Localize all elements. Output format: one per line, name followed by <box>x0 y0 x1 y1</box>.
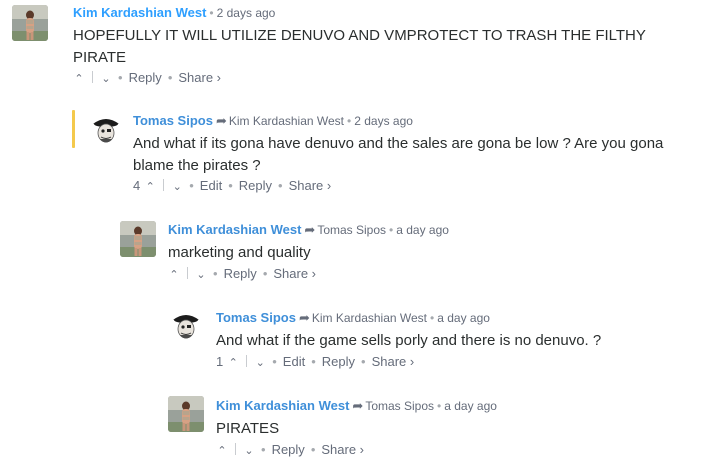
reply-button[interactable]: Reply <box>322 354 355 369</box>
separator-dot: • <box>189 178 194 193</box>
avatar[interactable] <box>12 5 48 41</box>
author-name[interactable]: Tomas Sipos <box>133 113 213 128</box>
comment-actions: 1 ⌃ ⌄ • Edit • Reply • Share › <box>216 354 414 371</box>
separator-dot: • <box>209 6 214 20</box>
parent-author-link[interactable]: Kim Kardashian West <box>229 114 344 128</box>
reply-button[interactable]: Reply <box>272 442 305 457</box>
share-button[interactable]: Share › <box>372 354 415 369</box>
downvote-icon[interactable]: ⌄ <box>171 179 183 195</box>
kim-avatar-icon <box>120 221 156 257</box>
downvote-icon[interactable]: ⌄ <box>243 443 255 459</box>
vote-divider <box>163 179 165 191</box>
comment-actions: ⌃ ⌄ • Reply • Share › <box>168 266 316 283</box>
upvote-icon[interactable]: ⌃ <box>144 179 156 195</box>
share-button[interactable]: Share › <box>321 442 364 457</box>
kim-avatar-icon <box>168 396 204 432</box>
author-name[interactable]: Tomas Sipos <box>216 310 296 325</box>
separator-dot: • <box>430 311 435 325</box>
separator-dot: • <box>437 399 442 413</box>
timestamp[interactable]: a day ago <box>444 399 497 413</box>
reply-arrow-icon: ➦ <box>352 398 364 413</box>
separator-dot: • <box>118 70 123 85</box>
avatar[interactable] <box>120 221 156 257</box>
share-button[interactable]: Share › <box>273 266 316 281</box>
comment-text: marketing and quality <box>168 244 311 261</box>
vote-divider <box>235 443 236 455</box>
share-button[interactable]: Share › <box>178 70 221 85</box>
comment-header: Tomas Sipos ➦ Kim Kardashian West • a day ag… <box>216 310 490 326</box>
edit-button[interactable]: Edit <box>200 178 222 193</box>
comment-header: Tomas Sipos ➦ Kim Kardashian West • 2 days a… <box>133 113 413 129</box>
timestamp[interactable]: 2 days ago <box>354 114 413 128</box>
upvote-icon[interactable]: ⌃ <box>216 443 228 459</box>
separator-dot: • <box>278 178 283 193</box>
downvote-icon[interactable]: ⌄ <box>195 267 207 283</box>
reply-arrow-icon: ➦ <box>298 310 310 325</box>
separator-dot: • <box>167 70 173 85</box>
highlight-bar <box>72 110 75 148</box>
vote-divider <box>187 267 188 279</box>
separator-dot: • <box>272 354 277 369</box>
upvote-icon[interactable]: ⌃ <box>227 355 239 371</box>
pirate-avatar-icon <box>168 308 204 344</box>
avatar[interactable] <box>168 396 204 432</box>
comment-header: Kim Kardashian West • 2 days ago <box>73 5 275 21</box>
parent-author-link[interactable]: Tomas Sipos <box>317 223 386 237</box>
share-button[interactable]: Share › <box>289 178 332 193</box>
edit-button[interactable]: Edit <box>283 354 305 369</box>
reply-button[interactable]: Reply <box>239 178 272 193</box>
comment-actions: 4 ⌃ ⌄ • Edit • Reply • Share › <box>133 178 331 195</box>
vote-divider <box>246 355 248 367</box>
upvote-icon[interactable]: ⌃ <box>73 71 85 87</box>
comment-actions: ⌃ ⌄ • Reply • Share › <box>216 442 364 459</box>
separator-dot: • <box>361 354 366 369</box>
vote-count: 1 <box>216 354 224 369</box>
kim-avatar-icon <box>12 5 48 41</box>
downvote-icon[interactable]: ⌄ <box>100 71 112 87</box>
upvote-icon[interactable]: ⌃ <box>168 267 180 283</box>
reply-button[interactable]: Reply <box>224 266 257 281</box>
author-name[interactable]: Kim Kardashian West <box>216 398 349 413</box>
avatar[interactable] <box>88 112 124 148</box>
separator-dot: • <box>311 354 316 369</box>
reply-button[interactable]: Reply <box>129 70 162 85</box>
downvote-icon[interactable]: ⌄ <box>254 355 266 371</box>
timestamp[interactable]: a day ago <box>396 223 449 237</box>
author-name[interactable]: Kim Kardashian West <box>73 5 206 20</box>
comment-text: PIRATES <box>216 420 280 437</box>
pirate-avatar-icon <box>88 112 124 148</box>
timestamp[interactable]: a day ago <box>437 311 490 325</box>
comment-text: And what if the game sells porly and the… <box>216 332 602 349</box>
separator-dot: • <box>310 442 316 457</box>
vote-divider <box>92 71 93 83</box>
separator-dot: • <box>261 442 266 457</box>
reply-arrow-icon: ➦ <box>215 113 227 128</box>
parent-author-link[interactable]: Tomas Sipos <box>365 399 434 413</box>
comment-text: HOPEFULLY IT WILL UTILIZE DENUVO AND VMP… <box>73 27 646 66</box>
comment-header: Kim Kardashian West ➦ Tomas Sipos • a day ag… <box>168 222 449 238</box>
parent-author-link[interactable]: Kim Kardashian West <box>312 311 427 325</box>
vote-count: 4 <box>133 178 141 193</box>
comment-header: Kim Kardashian West ➦ Tomas Sipos • a day ag… <box>216 398 497 414</box>
timestamp[interactable]: 2 days ago <box>217 6 276 20</box>
separator-dot: • <box>389 223 394 237</box>
reply-arrow-icon: ➦ <box>304 222 316 237</box>
comment-actions: ⌃ ⌄ • Reply • Share › <box>73 70 221 87</box>
comment-text: And what if its gona have denuvo and the… <box>133 135 664 174</box>
separator-dot: • <box>262 266 268 281</box>
author-name[interactable]: Kim Kardashian West <box>168 222 301 237</box>
separator-dot: • <box>228 178 233 193</box>
separator-dot: • <box>347 114 352 128</box>
avatar[interactable] <box>168 308 204 344</box>
separator-dot: • <box>213 266 218 281</box>
